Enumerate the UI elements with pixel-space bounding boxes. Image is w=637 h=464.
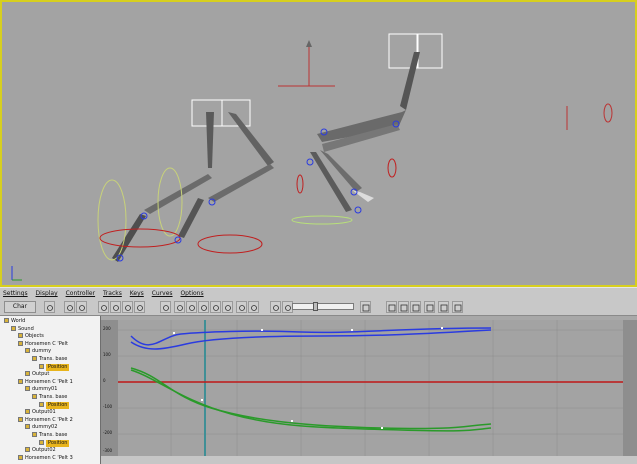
move-keys-icon[interactable] [64, 301, 75, 313]
track-icon [18, 416, 23, 422]
tree-item-label: dummy [32, 348, 52, 355]
tree-item-label: Position [46, 363, 70, 371]
tree-item-label: Sound [18, 325, 34, 332]
track-icon [25, 371, 30, 377]
tree-item-label: Output [32, 371, 50, 378]
y-label: 100 [103, 352, 111, 357]
view-tool-icon[interactable] [438, 301, 449, 313]
track-icon [32, 356, 37, 361]
timeline-slider[interactable] [292, 302, 354, 311]
tree-item[interactable]: Objects [18, 333, 44, 340]
tree-item-label: Trans. base [39, 432, 68, 438]
set-tangents-smooth-icon[interactable] [210, 301, 221, 313]
y-label: 0 [103, 378, 106, 383]
controller-tree[interactable]: World Sound Objects Horsemen C 'Pelt dummy Tr… [0, 316, 101, 464]
add-keys-icon[interactable] [122, 301, 133, 313]
slide-keys-icon[interactable] [76, 301, 87, 313]
tree-item[interactable]: dummy01 [25, 386, 57, 393]
tree-item[interactable]: Output [25, 371, 49, 378]
tree-item-label: Objects [25, 333, 44, 340]
tree-item[interactable]: Horsemen C 'Pelt 2 [18, 416, 73, 424]
rig-scene [11, 33, 613, 281]
set-tangents-fast-icon[interactable] [160, 301, 171, 313]
zoom-horizontal-icon[interactable] [236, 301, 247, 313]
track-icon [25, 386, 30, 392]
track-icon [25, 424, 30, 430]
tree-item-label: Output01 [32, 409, 56, 416]
tree-item[interactable]: dummy [25, 348, 51, 355]
tree-item[interactable]: Output01 [25, 409, 56, 416]
view-tool-icon[interactable] [360, 301, 371, 313]
track-icon [39, 401, 44, 407]
tree-item[interactable]: Position [39, 439, 70, 447]
track-icon [25, 447, 30, 453]
track-icon [32, 394, 37, 399]
set-tangents-step-icon[interactable] [186, 301, 197, 313]
tree-item[interactable]: Trans. base [32, 394, 67, 401]
tree-item[interactable]: dummy02 [25, 424, 57, 431]
track-icon [25, 348, 30, 354]
track-icon [11, 325, 16, 331]
set-tangents-slow-icon[interactable] [174, 301, 185, 313]
tree-item-label: Horsemen C 'Pelt 1 [25, 378, 73, 385]
tree-item[interactable]: Sound [11, 325, 34, 333]
tree-item-label: Output02 [32, 447, 56, 454]
track-icon [39, 363, 44, 369]
pan-icon[interactable] [222, 301, 233, 313]
tree-item-label: Horsemen C 'Pelt [25, 340, 68, 347]
tree-item-label: Position [46, 401, 70, 409]
zoom-icon[interactable] [248, 301, 259, 313]
tree-item[interactable]: Horsemen C 'Pelt 3 [18, 454, 73, 462]
tree-item[interactable]: World [4, 318, 25, 325]
tree-item[interactable]: Output02 [25, 447, 56, 454]
track-icon [18, 333, 23, 339]
track-icon [39, 439, 44, 445]
tree-item-label: Trans. base [39, 394, 68, 400]
tree-item[interactable]: Position [39, 401, 70, 409]
track-icon [4, 318, 9, 323]
tree-item-label: Horsemen C 'Pelt 3 [25, 454, 73, 461]
curve-editor[interactable]: 200 100 0 -100 -200 -300 [101, 316, 637, 464]
tree-item-label: Horsemen C 'Pelt 2 [25, 416, 73, 423]
y-label: 200 [103, 326, 111, 331]
tree-item[interactable]: Trans. base [32, 356, 67, 363]
zoom-region-icon[interactable] [270, 301, 281, 313]
track-icon [25, 409, 30, 415]
track-icon [18, 378, 23, 384]
set-tangents-spline-icon[interactable] [134, 301, 145, 313]
perspective-viewport[interactable] [0, 0, 637, 287]
view-tool-icon[interactable] [424, 301, 435, 313]
track-icon [18, 340, 23, 346]
tree-item[interactable]: Position [39, 363, 70, 371]
tree-item[interactable]: Horsemen C 'Pelt 1 [18, 378, 73, 386]
tree-item[interactable]: Trans. base [32, 432, 67, 439]
y-label: -200 [103, 430, 113, 435]
tree-item-label: Trans. base [39, 356, 68, 362]
scale-keys-icon[interactable] [98, 301, 109, 313]
tree-item-label: World [11, 318, 26, 324]
scale-values-icon[interactable] [110, 301, 121, 313]
curve-graph [101, 320, 637, 464]
y-label: -100 [103, 404, 113, 409]
tree-item-label: dummy01 [32, 386, 58, 393]
y-label: -300 [103, 448, 113, 453]
trackview-toolbar: Char [0, 299, 637, 316]
set-tangents-linear-icon[interactable] [198, 301, 209, 313]
slider-thumb[interactable] [313, 302, 318, 311]
filter-icon[interactable] [44, 301, 55, 313]
char-button[interactable]: Char [4, 301, 36, 313]
view-tool-icon[interactable] [410, 301, 421, 313]
tree-item-label: dummy02 [32, 424, 58, 431]
track-icon [18, 454, 23, 460]
view-tool-icon[interactable] [452, 301, 463, 313]
track-icon [32, 432, 37, 437]
tree-item-label: Position [46, 439, 70, 447]
tree-item[interactable]: Horsemen C 'Pelt [18, 340, 68, 348]
view-tool-icon[interactable] [398, 301, 409, 313]
view-tool-icon[interactable] [386, 301, 397, 313]
